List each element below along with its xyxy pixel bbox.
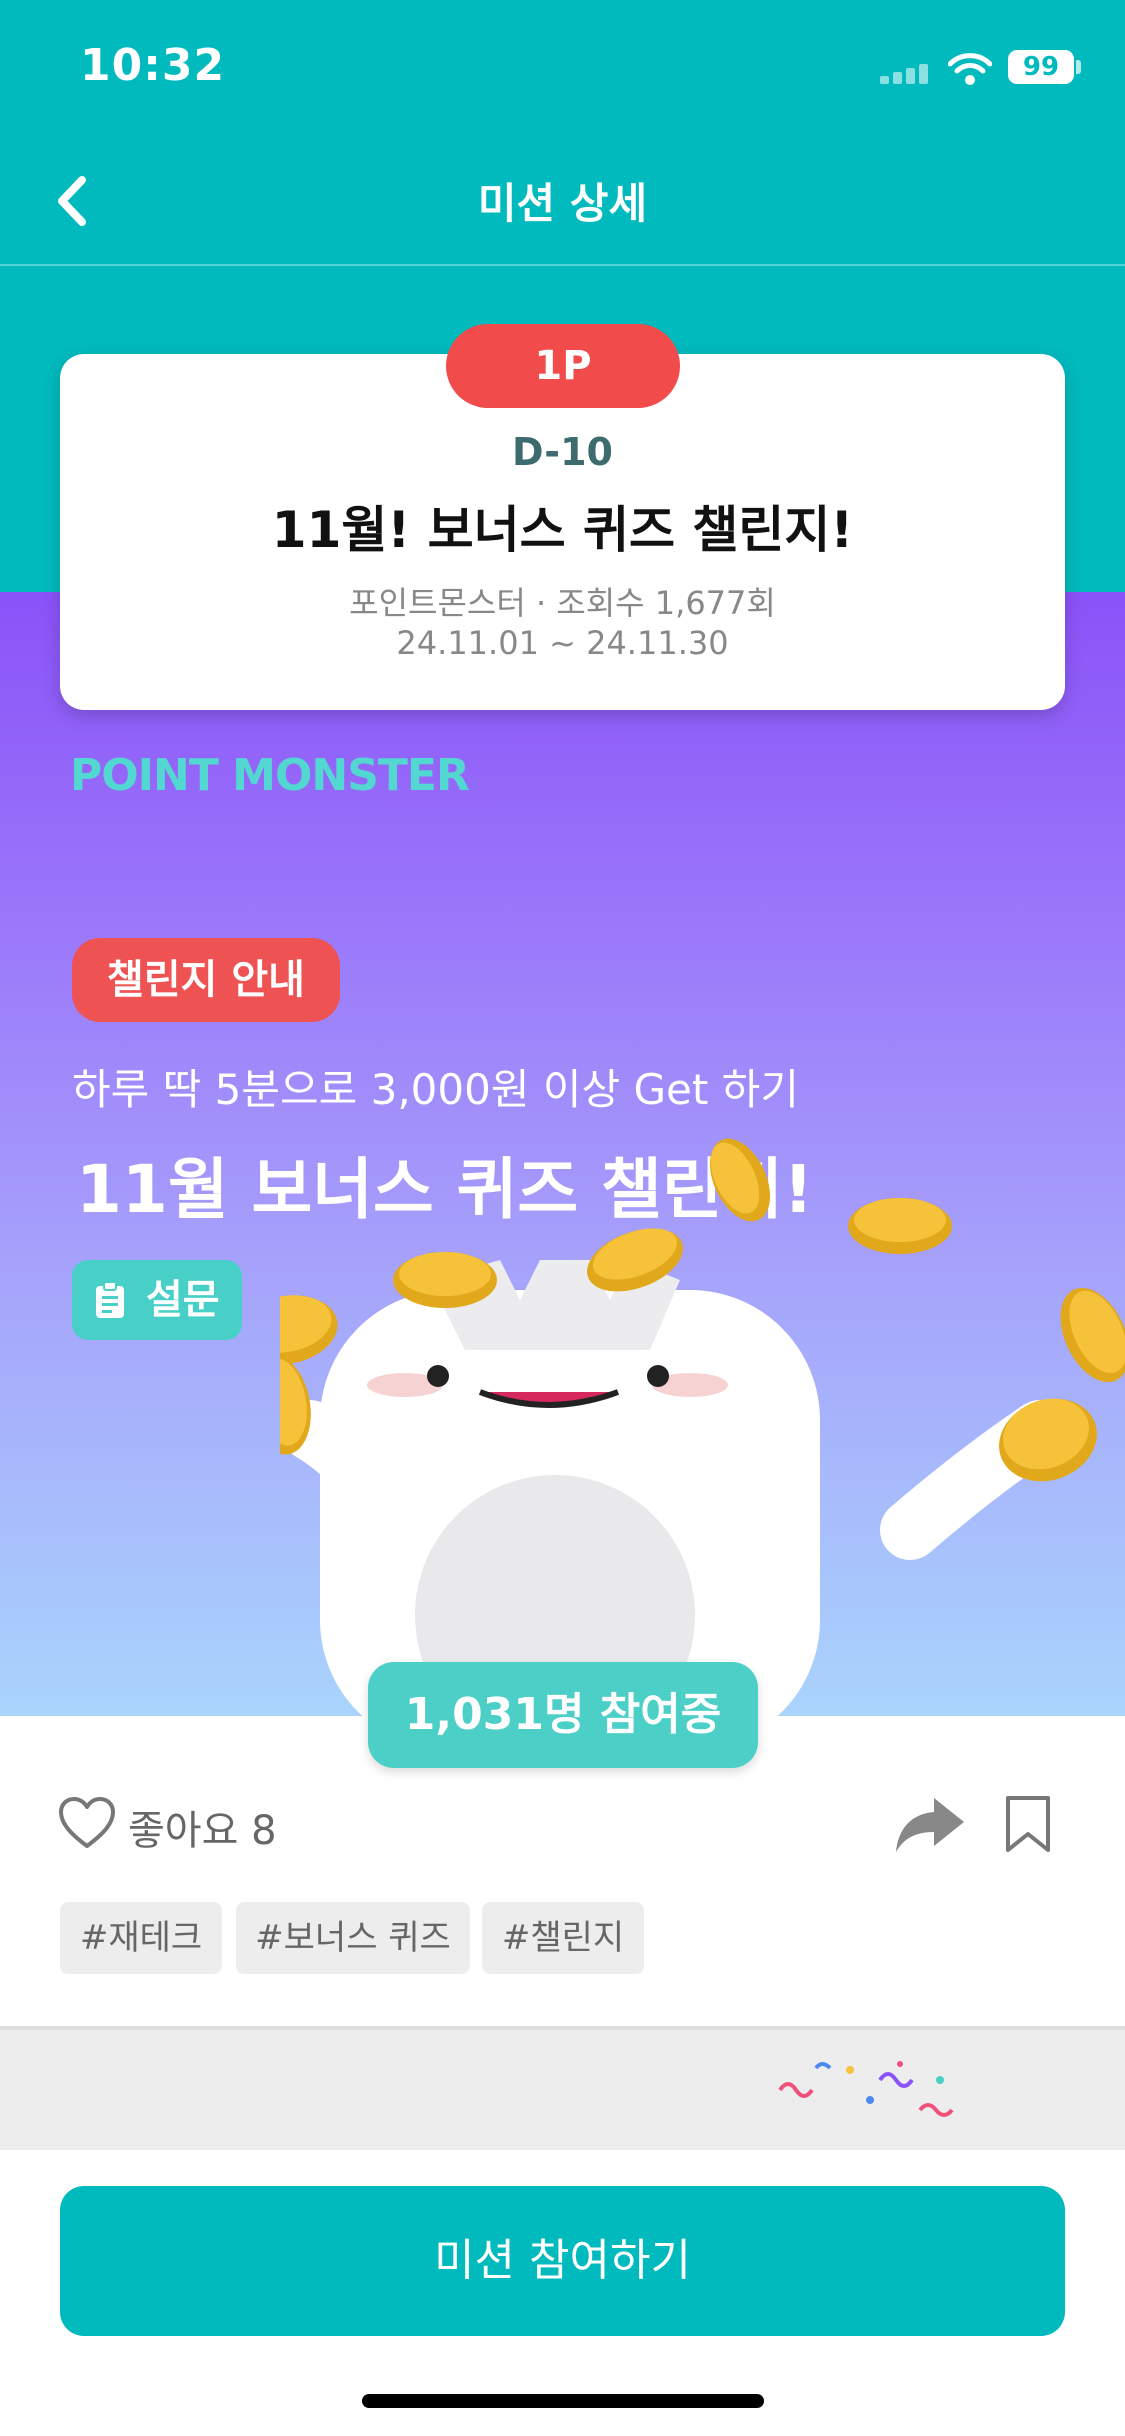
monster-mascot-illustration: [280, 1138, 1125, 1720]
detail-content-preview: [0, 2030, 1125, 2150]
tag-chip[interactable]: #재테크: [60, 1902, 222, 1974]
cellular-signal-icon: [880, 64, 936, 84]
home-indicator: [362, 2394, 764, 2408]
confetti-decoration: [778, 2061, 954, 2117]
mission-title: 11월! 보너스 퀴즈 챌린지!: [271, 501, 854, 559]
join-mission-button[interactable]: 미션 참여하기: [60, 2186, 1065, 2336]
brand-logo: POINT MONSTER: [70, 750, 470, 801]
tag-chip[interactable]: #챌린지: [482, 1902, 644, 1974]
heart-icon: [59, 1797, 115, 1848]
share-icon[interactable]: [894, 1794, 966, 1856]
point-badge: 1P: [446, 324, 680, 408]
battery-icon: 99: [1008, 50, 1074, 84]
d-day-label: D-10: [512, 430, 613, 474]
page-title: 미션 상세: [477, 179, 648, 228]
status-bar: 10:32 99: [0, 0, 1125, 130]
nav-bar: 미션 상세: [0, 140, 1125, 264]
category-badge: 설문: [72, 1260, 242, 1340]
like-count: 좋아요 8: [128, 1808, 277, 1854]
wifi-icon: [948, 53, 992, 85]
nav-divider: [0, 264, 1125, 266]
tag-chip[interactable]: #보너스 퀴즈: [236, 1902, 470, 1974]
challenge-guide-badge: 챌린지 안내: [72, 938, 340, 1022]
clipboard-icon: [96, 1281, 124, 1318]
mission-meta: 포인트몬스터 · 조회수 1,677회: [349, 584, 776, 622]
bookmark-icon[interactable]: [1004, 1794, 1052, 1854]
battery-tip: [1076, 60, 1081, 74]
status-time: 10:32: [80, 40, 226, 91]
category-label: 설문: [146, 1277, 220, 1323]
participants-badge: 1,031명 참여중: [368, 1662, 758, 1768]
mission-date-range: 24.11.01 ~ 24.11.30: [396, 624, 729, 662]
